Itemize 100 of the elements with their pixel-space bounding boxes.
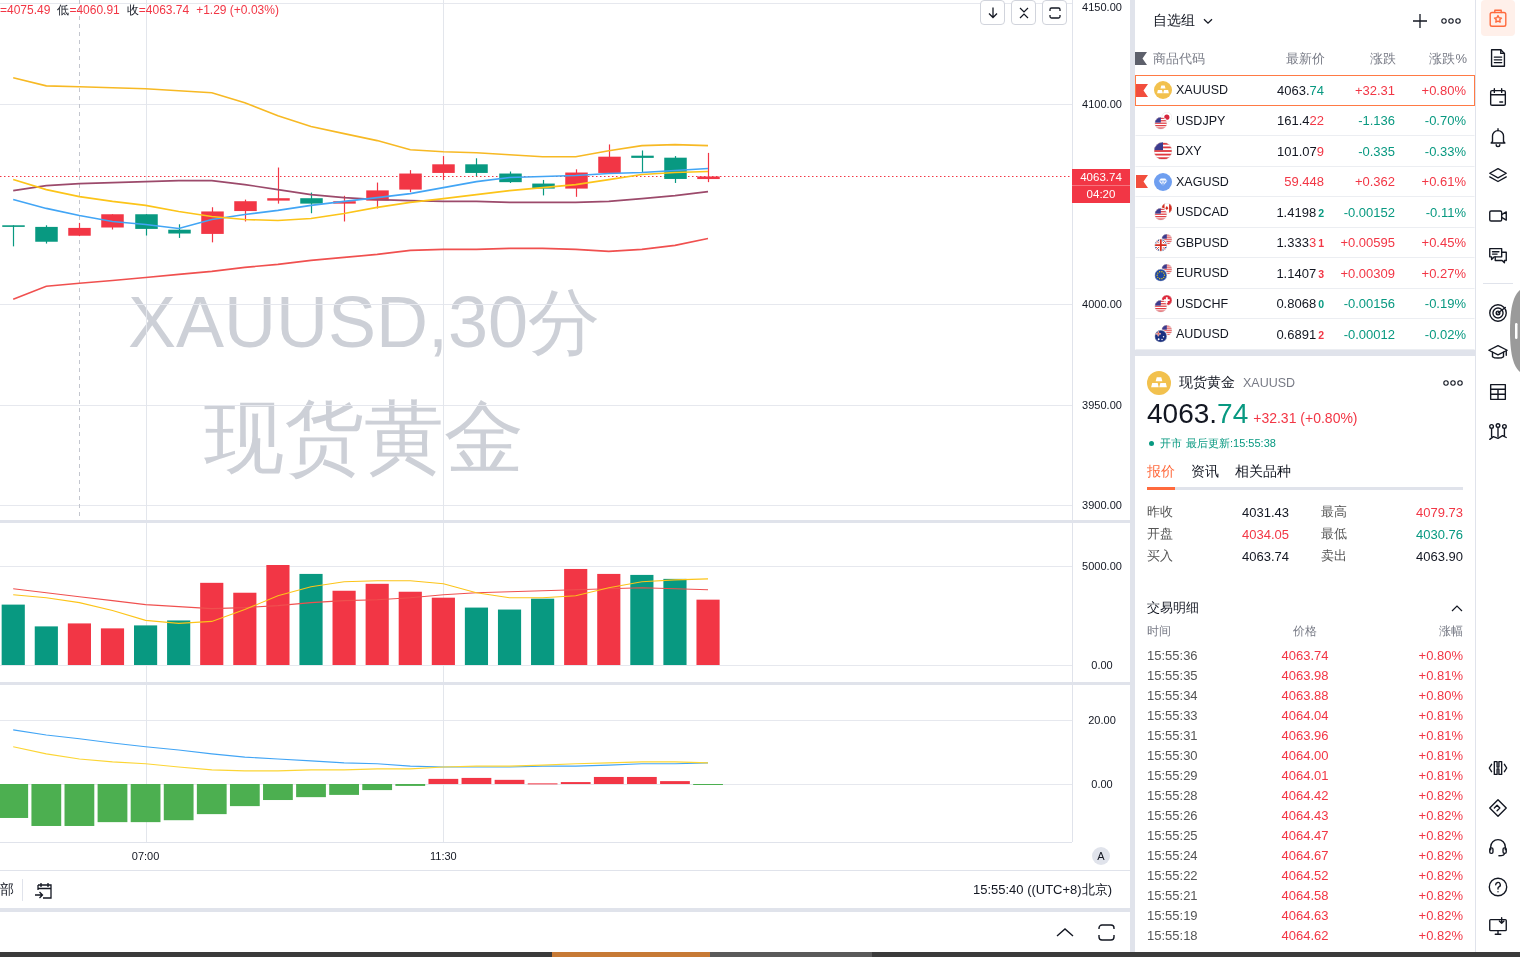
- trade-price: 4063.74: [1281, 647, 1329, 663]
- trade-price: 4064.00: [1281, 747, 1329, 763]
- group-dropdown[interactable]: 自选组: [1153, 12, 1213, 30]
- histogram-bar: [362, 784, 393, 791]
- histogram-bar: [0, 784, 29, 818]
- stat-label: 买入: [1147, 547, 1174, 565]
- symbol-label: USDJPY: [1176, 113, 1227, 128]
- column-header[interactable]: 涨跌%: [1429, 49, 1467, 68]
- price-change: -0.335: [1358, 143, 1395, 159]
- chart-tool-button[interactable]: [980, 0, 1005, 25]
- candlestick: [234, 199, 257, 223]
- column-header[interactable]: 最新价: [1286, 49, 1325, 68]
- candlestick: [35, 224, 58, 245]
- trade-price: 4064.43: [1281, 807, 1329, 823]
- gem-coin-icon: [1154, 172, 1172, 191]
- trade-time: 15:55:21: [1147, 887, 1199, 903]
- candlestick: [300, 192, 323, 214]
- change-percent: -0.33%: [1424, 143, 1466, 159]
- watchlist-row[interactable]: AUDUSD 0.68912 -0.00012 -0.02%: [1135, 319, 1475, 350]
- trade-change: +0.80%: [1418, 687, 1463, 703]
- briefcase-star-icon: [1487, 7, 1509, 29]
- candlestick: [465, 157, 488, 177]
- watchlist-row[interactable]: USDJPY 161.422 -1.136 -0.70%: [1135, 105, 1475, 136]
- trade-change: +0.82%: [1418, 787, 1463, 803]
- chart-tool-button[interactable]: [1011, 0, 1036, 25]
- flag-pair-icon: [1154, 111, 1172, 130]
- trade-price: 4064.67: [1281, 847, 1329, 863]
- ingot-coin-icon: [1147, 371, 1171, 395]
- watchlist-row[interactable]: GBPUSD 1.3333 1 +0.00595 +0.45%: [1135, 227, 1475, 258]
- stat-label: 昨收: [1147, 503, 1174, 521]
- histogram-bar: [329, 784, 359, 795]
- volume-bar: [464, 607, 488, 665]
- candlestick: [68, 222, 91, 237]
- auto-scale-button[interactable]: A: [1092, 847, 1110, 865]
- volume-bar: [100, 628, 125, 665]
- chart-tool-button[interactable]: [1042, 0, 1067, 25]
- caret-up-icon[interactable]: [1056, 927, 1074, 937]
- stat-label: 开盘: [1147, 525, 1174, 543]
- candlestick: [267, 166, 290, 205]
- axis-label: 4000.00: [1082, 298, 1122, 311]
- flag-pair-icon: [1154, 264, 1172, 283]
- axis-label: 4150.00: [1082, 1, 1122, 13]
- range-label[interactable]: 部: [0, 880, 14, 899]
- change-percent: +0.45%: [1421, 235, 1466, 251]
- volume-bar: [1, 604, 25, 665]
- last-price: 0.80680: [1276, 296, 1324, 312]
- more-icon[interactable]: [1443, 380, 1463, 386]
- watchlist-row[interactable]: USDCAD 1.41982 -0.00152 -0.11%: [1135, 197, 1475, 228]
- trade-time: 15:55:26: [1147, 807, 1199, 823]
- trade-time: 15:55:29: [1147, 767, 1199, 783]
- price-change: +0.362: [1354, 174, 1395, 190]
- column-header: 价格: [1293, 622, 1317, 640]
- trade-time: 15:55:22: [1147, 867, 1199, 883]
- trade-time: 15:55:28: [1147, 787, 1199, 803]
- candlestick: [697, 152, 720, 183]
- plus-icon[interactable]: [1413, 14, 1427, 28]
- volume-bar: [497, 609, 522, 665]
- histogram-bar: [163, 784, 194, 821]
- histogram-bar: [130, 784, 161, 823]
- watchlist-row[interactable]: XAUUSD 4063.74 +32.31 +0.80%: [1135, 75, 1475, 106]
- stat-value: 4079.73: [1416, 504, 1463, 520]
- tab[interactable]: 相关品种: [1235, 456, 1291, 490]
- tab[interactable]: 资讯: [1191, 456, 1219, 490]
- column-header[interactable]: 涨跌: [1370, 49, 1396, 68]
- column-header: 涨幅: [1439, 622, 1463, 640]
- histogram-bar: [593, 776, 624, 784]
- column-header[interactable]: 商品代码: [1153, 49, 1245, 68]
- watchlist-row[interactable]: DXY 101.079 -0.335 -0.33%: [1135, 136, 1475, 167]
- trade-price: 4064.58: [1281, 887, 1329, 903]
- trade-change: +0.81%: [1418, 707, 1463, 723]
- table-icon: [1487, 381, 1509, 403]
- histogram-bar: [196, 784, 227, 815]
- watchlist-row[interactable]: USDCHF 0.80680 -0.00156 -0.19%: [1135, 288, 1475, 319]
- time-label: 11:30: [430, 849, 457, 863]
- legend-value: =4060.91: [69, 2, 120, 18]
- trade-change: +0.82%: [1418, 907, 1463, 923]
- last-price: 161.422: [1277, 113, 1324, 129]
- drawer-handle[interactable]: [1510, 290, 1520, 372]
- symbol-label: XAGUSD: [1176, 174, 1230, 189]
- symbol-label: AUDUSD: [1176, 327, 1230, 342]
- trade-price: 4064.52: [1281, 867, 1329, 883]
- watchlist-row[interactable]: XAGUSD 59.448 +0.362 +0.61%: [1135, 166, 1475, 197]
- trade-time: 15:55:19: [1147, 907, 1199, 923]
- caret-up-icon[interactable]: [1451, 604, 1463, 612]
- candlestick: [168, 223, 191, 239]
- trade-time: 15:55:30: [1147, 747, 1199, 763]
- price-change: +32.31: [1354, 82, 1395, 98]
- last-price: 59.448: [1284, 174, 1324, 190]
- candlestick: [135, 213, 158, 237]
- chevron-down-icon: [1203, 17, 1213, 25]
- histogram-bar: [627, 776, 657, 784]
- watchlist-row[interactable]: EURUSD 1.14073 +0.00309 +0.27%: [1135, 258, 1475, 289]
- symbol-label: XAUUSD: [1176, 83, 1230, 98]
- price-change: +0.00595: [1340, 235, 1395, 251]
- stat-value: 4063.74: [1242, 548, 1289, 564]
- more-icon[interactable]: [1441, 18, 1461, 24]
- change-percent: +0.80%: [1421, 82, 1466, 98]
- clock-label: 15:55:40 ((UTC+8)北京): [972, 880, 1112, 899]
- stat-value: 4031.43: [1242, 504, 1289, 520]
- help-icon: [1487, 875, 1509, 898]
